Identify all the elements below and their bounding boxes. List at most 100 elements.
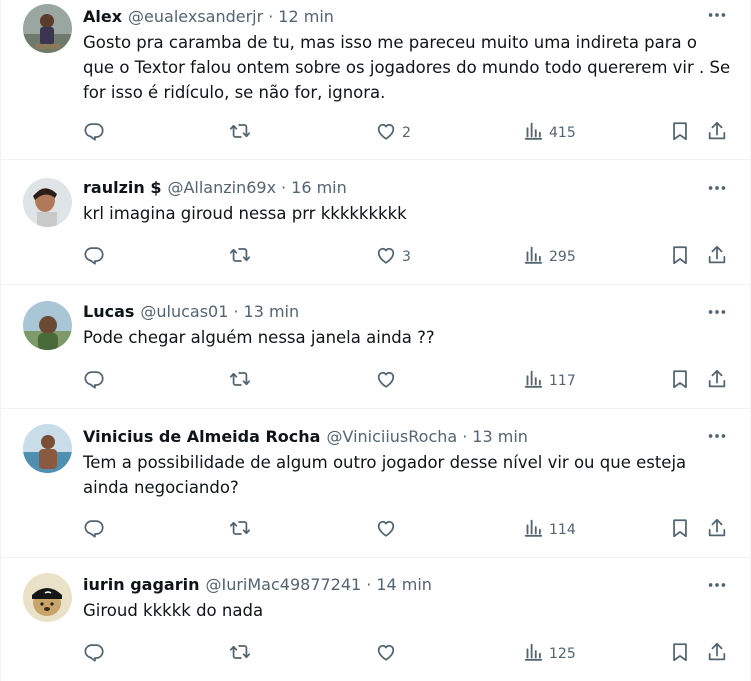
bookmark-icon (669, 368, 691, 394)
retweet-button[interactable] (229, 121, 251, 145)
share-button[interactable] (706, 245, 728, 269)
like-button[interactable] (375, 518, 402, 542)
separator: · (268, 7, 274, 26)
heart-icon (375, 120, 397, 146)
avatar[interactable] (23, 4, 72, 53)
views-count: 415 (549, 125, 576, 141)
retweet-icon (229, 641, 251, 667)
retweet-button[interactable] (229, 245, 251, 269)
views-button[interactable]: 117 (522, 369, 576, 393)
views-icon (522, 517, 544, 543)
tweet-text: Gosto pra caramba de tu, mas isso me par… (83, 33, 736, 102)
views-button[interactable]: 114 (522, 518, 576, 542)
separator: · (462, 427, 468, 446)
retweet-button[interactable] (229, 642, 251, 666)
bookmark-icon (669, 517, 691, 543)
retweet-button[interactable] (229, 369, 251, 393)
like-button[interactable] (375, 369, 402, 393)
avatar[interactable] (23, 178, 72, 227)
reply-icon (83, 641, 105, 667)
separator: · (233, 302, 239, 321)
bookmark-button[interactable] (669, 369, 691, 393)
author-handle[interactable]: @IuriMac49877241 (205, 572, 361, 598)
reply-button[interactable] (83, 121, 105, 145)
views-button[interactable]: 295 (522, 245, 576, 269)
retweet-icon (229, 368, 251, 394)
more-icon[interactable] (706, 4, 728, 26)
bookmark-icon (669, 120, 691, 146)
share-button[interactable] (706, 121, 728, 145)
separator: · (366, 575, 372, 594)
avatar[interactable] (23, 301, 72, 350)
reply-button[interactable] (83, 642, 105, 666)
tweet[interactable]: Lucas @ulucas01 · 13 min Pode chegar alg… (1, 285, 751, 409)
reply-icon (83, 120, 105, 146)
tweet[interactable]: raulzin $ @Allanzin69x · 16 min krl imag… (1, 160, 751, 285)
author-name[interactable]: Lucas (83, 299, 134, 325)
views-count: 125 (549, 646, 576, 662)
bookmark-button[interactable] (669, 121, 691, 145)
tweet[interactable]: iurin gagarin @IuriMac49877241 · 14 min … (1, 558, 751, 681)
retweet-icon (229, 244, 251, 270)
reply-icon (83, 517, 105, 543)
views-count: 114 (549, 522, 576, 538)
share-icon (706, 244, 728, 270)
heart-icon (375, 368, 397, 394)
like-button[interactable]: 2 (375, 121, 411, 145)
timestamp[interactable]: 12 min (278, 4, 334, 30)
share-icon (706, 120, 728, 146)
views-icon (522, 244, 544, 270)
bookmark-button[interactable] (669, 642, 691, 666)
retweet-button[interactable] (229, 518, 251, 542)
like-button[interactable]: 3 (375, 245, 411, 269)
reply-button[interactable] (83, 245, 105, 269)
reply-feed: Alex @eualexsanderjr · 12 min Gosto pra … (0, 0, 751, 681)
timestamp[interactable]: 16 min (291, 175, 347, 201)
more-icon[interactable] (706, 425, 728, 447)
reply-button[interactable] (83, 518, 105, 542)
author-name[interactable]: iurin gagarin (83, 572, 199, 598)
author-handle[interactable]: @eualexsanderjr (128, 4, 263, 30)
views-icon (522, 641, 544, 667)
bookmark-button[interactable] (669, 518, 691, 542)
tweet-text: Pode chegar alguém nessa janela ainda ?? (83, 328, 435, 347)
avatar[interactable] (23, 573, 72, 622)
like-button[interactable] (375, 642, 402, 666)
tweet-text: Tem a possibilidade de algum outro jogad… (83, 453, 692, 497)
tweet-text: Giroud kkkkk do nada (83, 601, 264, 620)
author-name[interactable]: Vinicius de Almeida Rocha (83, 424, 320, 450)
author-handle[interactable]: @Allanzin69x (167, 175, 276, 201)
tweet-text: krl imagina giroud nessa prr kkkkkkkkk (83, 204, 407, 223)
reply-button[interactable] (83, 369, 105, 393)
author-name[interactable]: raulzin $ (83, 175, 161, 201)
author-handle[interactable]: @ulucas01 (140, 299, 228, 325)
more-icon[interactable] (706, 574, 728, 596)
share-button[interactable] (706, 518, 728, 542)
avatar[interactable] (23, 424, 72, 473)
share-icon (706, 517, 728, 543)
more-icon[interactable] (706, 177, 728, 199)
views-button[interactable]: 415 (522, 121, 576, 145)
timestamp[interactable]: 13 min (472, 424, 528, 450)
author-handle[interactable]: @ViniciiusRocha (326, 424, 457, 450)
share-icon (706, 641, 728, 667)
heart-icon (375, 517, 397, 543)
tweet[interactable]: Vinicius de Almeida Rocha @ViniciiusRoch… (1, 409, 751, 558)
author-name[interactable]: Alex (83, 4, 122, 30)
share-button[interactable] (706, 369, 728, 393)
views-button[interactable]: 125 (522, 642, 576, 666)
timestamp[interactable]: 14 min (376, 572, 432, 598)
timestamp[interactable]: 13 min (244, 299, 300, 325)
bookmark-button[interactable] (669, 245, 691, 269)
separator: · (281, 178, 287, 197)
like-count: 2 (402, 125, 411, 141)
share-button[interactable] (706, 642, 728, 666)
more-icon[interactable] (706, 301, 728, 323)
retweet-icon (229, 120, 251, 146)
views-count: 295 (549, 249, 576, 265)
views-count: 117 (549, 373, 576, 389)
tweet[interactable]: Alex @eualexsanderjr · 12 min Gosto pra … (1, 0, 751, 160)
views-icon (522, 120, 544, 146)
share-icon (706, 368, 728, 394)
reply-icon (83, 244, 105, 270)
